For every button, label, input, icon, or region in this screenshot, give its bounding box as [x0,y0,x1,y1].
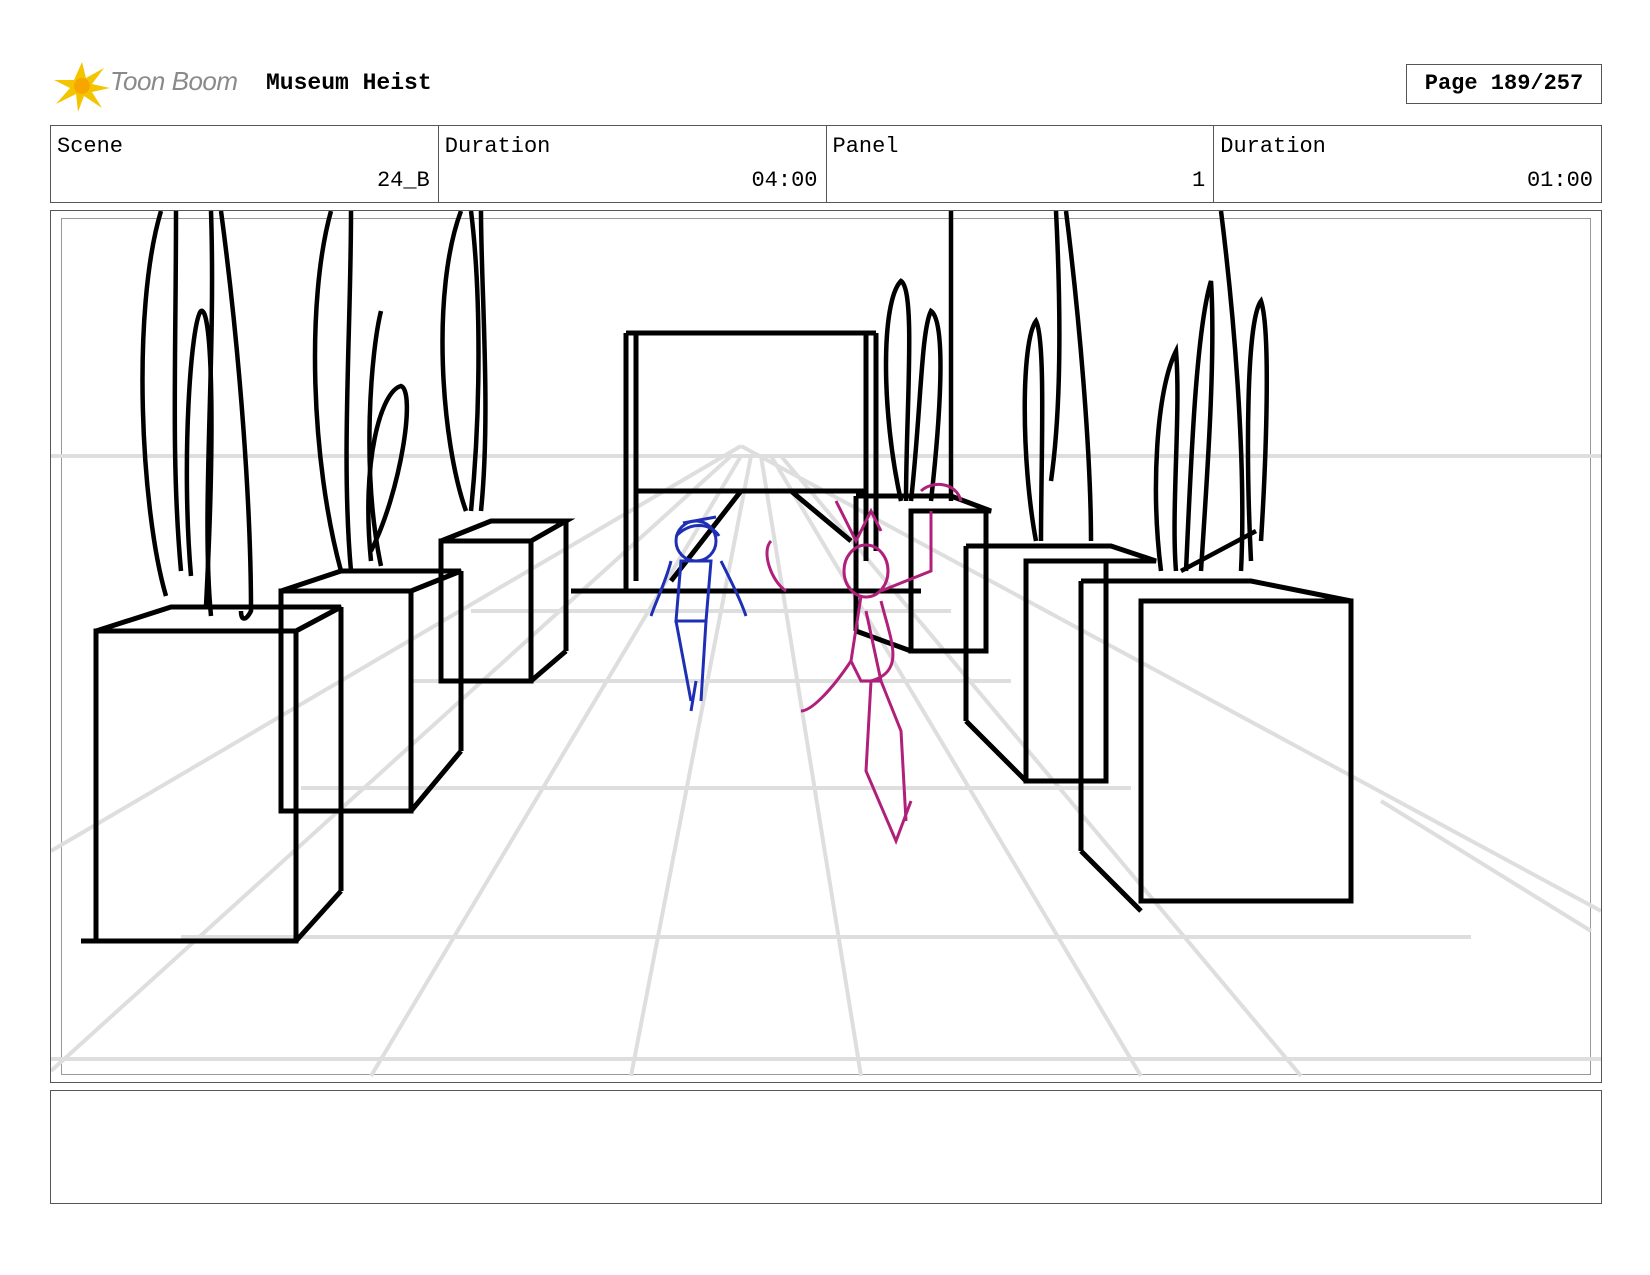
right-plants [883,211,1270,573]
panel-duration-cell: Duration 01:00 [1213,126,1601,202]
logo-star-icon [54,62,110,112]
panel-duration-label: Duration [1220,134,1326,159]
storyboard-sketch [51,211,1601,1078]
panel-label: Panel [832,134,899,159]
scene-duration-label: Duration [444,134,551,159]
scene-duration-value: 04:00 [751,168,818,193]
panel-duration-value: 01:00 [1526,168,1593,193]
toon-boom-logo: Toon Boom [52,58,252,114]
panel-cell: Panel 1 [825,126,1214,202]
panel-notes-box[interactable] [50,1090,1602,1204]
scene-info-table: Scene 24_B Duration 04:00 Panel 1 Durati… [50,125,1602,203]
panel-value: 1 [1192,168,1206,193]
logo-text: Toon Boom [110,66,238,96]
left-pedestals [81,518,576,944]
scene-value: 24_B [376,168,430,193]
scene-duration-cell: Duration 04:00 [437,126,826,202]
project-title: Museum Heist [266,70,432,96]
page-counter: Page 189/257 [1406,64,1602,104]
back-doorway [571,330,921,594]
left-plants [140,211,488,621]
scene-cell: Scene 24_B [51,126,438,202]
scene-label: Scene [57,134,124,159]
